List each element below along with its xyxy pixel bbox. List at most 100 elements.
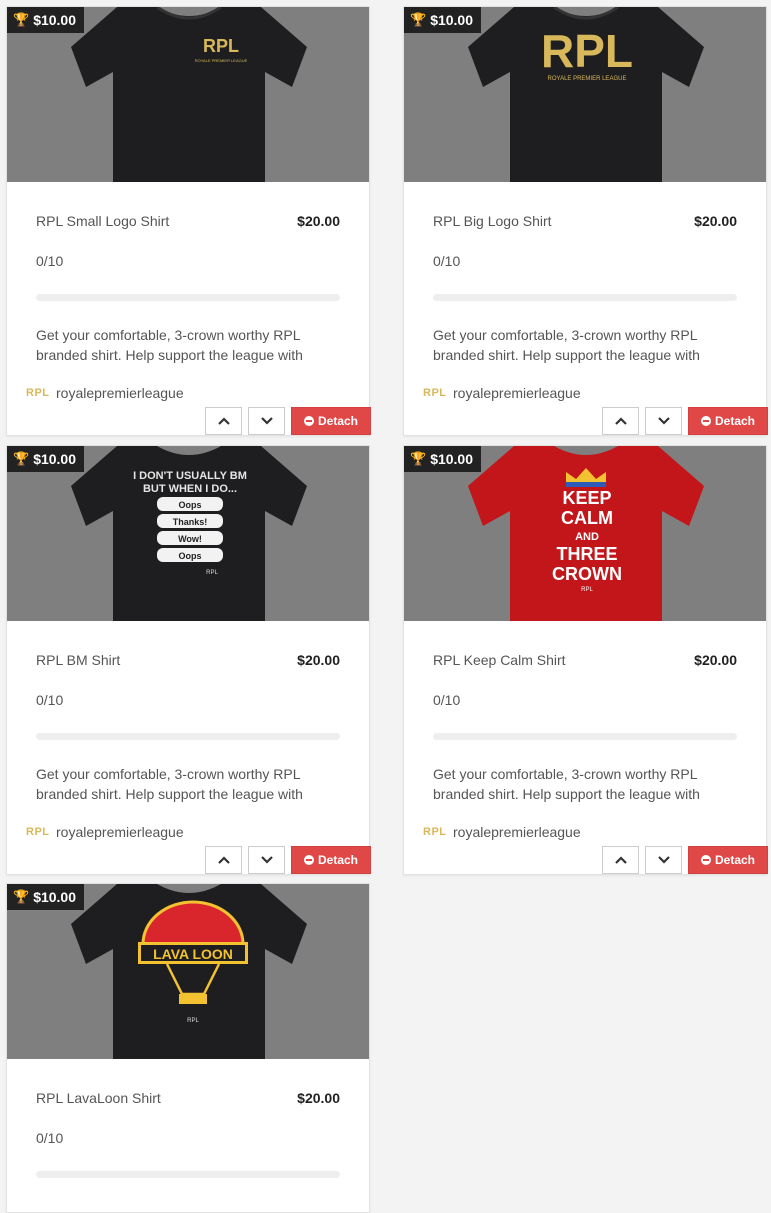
progress-count: 0/10 [36, 253, 64, 269]
minus-circle-icon [303, 416, 314, 426]
chevron-down-icon [260, 856, 273, 864]
progress-bar [433, 294, 737, 301]
chevron-down-icon [657, 856, 670, 864]
progress-bar [433, 733, 737, 740]
bounty-amount: $10.00 [33, 451, 77, 467]
detach-label: Detach [317, 853, 358, 867]
move-up-button[interactable] [205, 846, 242, 874]
owner-name[interactable]: royalepremierleague [453, 385, 581, 401]
product-image[interactable]: 🏆 $10.00 RPL ROYALE PREMIER LEAGUE [404, 7, 766, 182]
product-description: Get your comfortable, 3-crown worthy RPL… [36, 327, 303, 363]
shirt-line-2: CALM [561, 508, 613, 528]
detach-label: Detach [317, 414, 358, 428]
detach-button[interactable]: Detach [688, 846, 768, 874]
owner-logo: RPL [26, 387, 50, 399]
bounty-badge: 🏆 $10.00 [404, 446, 482, 472]
product-image[interactable]: 🏆 $10.00 KEEP CALM AND THREE CROWN RPL [404, 446, 766, 621]
tshirt-image: LAVA LOON RPL [71, 884, 307, 1059]
owner-name[interactable]: royalepremierleague [56, 824, 184, 840]
product-image[interactable]: 🏆 $10.00 I DON'T USUALLY BM BUT WHEN I D… [7, 446, 369, 621]
detach-button[interactable]: Detach [291, 407, 371, 435]
shirt-line-3: AND [575, 531, 599, 543]
progress-bar [36, 733, 340, 740]
progress-bar [36, 1171, 340, 1178]
trophy-icon: 🏆 [13, 451, 30, 466]
bounty-badge: 🏆 $10.00 [7, 7, 85, 33]
owner[interactable]: RPL royalepremierleague [423, 824, 581, 840]
owner-logo: RPL [26, 826, 50, 838]
shirt-subtext: RPL [581, 587, 593, 593]
bubble-2: Thanks! [173, 517, 208, 527]
move-down-button[interactable] [645, 407, 682, 435]
bubble-3: Wow! [178, 534, 202, 544]
card-actions: Detach [602, 846, 768, 874]
shirt-logo-text: RPL [203, 36, 239, 56]
progress-count: 0/10 [433, 253, 461, 269]
tshirt-image: KEEP CALM AND THREE CROWN RPL [468, 446, 704, 621]
minus-circle-icon [700, 855, 711, 865]
owner-name[interactable]: royalepremierleague [453, 824, 581, 840]
chevron-up-icon [217, 856, 230, 864]
move-down-button[interactable] [248, 407, 285, 435]
card-actions: Detach [205, 846, 371, 874]
detach-label: Detach [714, 853, 755, 867]
owner[interactable]: RPL royalepremierleague [423, 385, 581, 401]
detach-label: Detach [714, 414, 755, 428]
shirt-line-4: THREE [556, 544, 617, 564]
move-down-button[interactable] [645, 846, 682, 874]
trophy-icon: 🏆 [410, 12, 427, 27]
trophy-icon: 🏆 [13, 12, 30, 27]
product-price: $20.00 [694, 652, 737, 668]
tshirt-image: RPL ROYALE PREMIER LEAGUE [468, 7, 704, 182]
product-card: 🏆 $10.00 KEEP CALM AND THREE CROWN RPL R… [403, 445, 768, 875]
product-card: 🏆 $10.00 I DON'T USUALLY BM BUT WHEN I D… [6, 445, 371, 875]
product-image[interactable]: 🏆 $10.00 LAVA LOON RPL [7, 884, 369, 1059]
minus-circle-icon [700, 416, 711, 426]
owner-name[interactable]: royalepremierleague [56, 385, 184, 401]
bounty-amount: $10.00 [33, 12, 77, 28]
bounty-badge: 🏆 $10.00 [404, 7, 482, 33]
card-actions: Detach [602, 407, 768, 435]
move-up-button[interactable] [602, 846, 639, 874]
owner-logo: RPL [423, 387, 447, 399]
minus-circle-icon [303, 855, 314, 865]
product-card: 🏆 $10.00 RPL ROYALE PREMIER LEAGUE RPL S… [6, 6, 371, 436]
shirt-line-5: CROWN [552, 564, 622, 584]
owner[interactable]: RPL royalepremierleague [26, 824, 184, 840]
bubble-4: Oops [178, 551, 201, 561]
product-price: $20.00 [297, 1090, 340, 1106]
move-up-button[interactable] [602, 407, 639, 435]
product-description: Get your comfortable, 3-crown worthy RPL… [36, 766, 303, 802]
tshirt-image: RPL ROYALE PREMIER LEAGUE [71, 7, 307, 182]
product-title[interactable]: RPL Big Logo Shirt [433, 213, 552, 229]
product-description: Get your comfortable, 3-crown worthy RPL… [433, 766, 700, 802]
detach-button[interactable]: Detach [291, 846, 371, 874]
product-grid: 🏆 $10.00 RPL ROYALE PREMIER LEAGUE RPL S… [0, 0, 771, 1213]
shirt-subtext: RPL [206, 570, 218, 576]
product-title[interactable]: RPL LavaLoon Shirt [36, 1090, 161, 1106]
product-card: 🏆 $10.00 LAVA LOON RPL RPL LavaLoon Shir… [6, 883, 370, 1213]
bounty-badge: 🏆 $10.00 [7, 884, 85, 910]
progress-count: 0/10 [433, 692, 461, 708]
shirt-line-2: BUT WHEN I DO... [143, 483, 237, 495]
move-down-button[interactable] [248, 846, 285, 874]
product-title[interactable]: RPL Keep Calm Shirt [433, 652, 566, 668]
move-up-button[interactable] [205, 407, 242, 435]
chevron-up-icon [217, 417, 230, 425]
shirt-subtext: ROYALE PREMIER LEAGUE [195, 58, 248, 63]
chevron-down-icon [657, 417, 670, 425]
detach-button[interactable]: Detach [688, 407, 768, 435]
chevron-up-icon [614, 417, 627, 425]
product-price: $20.00 [694, 213, 737, 229]
progress-count: 0/10 [36, 692, 64, 708]
bounty-amount: $10.00 [430, 12, 474, 28]
bounty-amount: $10.00 [430, 451, 474, 467]
shirt-line-1: I DON'T USUALLY BM [133, 470, 247, 482]
product-title[interactable]: RPL BM Shirt [36, 652, 120, 668]
product-price: $20.00 [297, 213, 340, 229]
trophy-icon: 🏆 [410, 451, 427, 466]
product-title[interactable]: RPL Small Logo Shirt [36, 213, 169, 229]
owner[interactable]: RPL royalepremierleague [26, 385, 184, 401]
bounty-amount: $10.00 [33, 889, 77, 905]
product-image[interactable]: 🏆 $10.00 RPL ROYALE PREMIER LEAGUE [7, 7, 369, 182]
